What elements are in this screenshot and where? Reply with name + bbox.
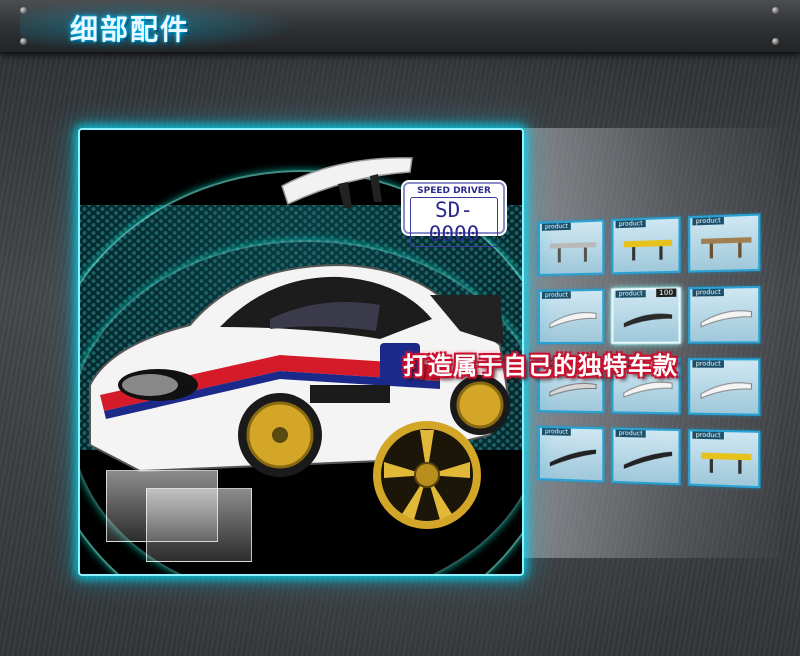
rivet-icon: [772, 7, 779, 14]
lip-dark-icon: [549, 448, 597, 468]
part-cell[interactable]: product: [611, 427, 681, 486]
part-cell[interactable]: product: [611, 216, 681, 275]
part-cell[interactable]: product: [538, 288, 605, 344]
rivet-icon: [772, 38, 779, 45]
gold-rim-icon: [373, 421, 481, 529]
part-cell[interactable]: product: [688, 285, 761, 344]
part-cell[interactable]: product: [538, 426, 605, 483]
preview-card: [146, 488, 252, 562]
part-cell[interactable]: product: [688, 358, 761, 416]
rivet-icon: [20, 38, 27, 45]
spoiler-bronze-icon: [701, 237, 752, 259]
part-cell-selected[interactable]: product 100: [611, 287, 681, 344]
lip-dark-icon: [623, 450, 673, 471]
wing-white-icon: [697, 301, 756, 340]
wing-white-icon: [697, 373, 756, 412]
part-cell[interactable]: product: [538, 219, 605, 276]
price-badge: 100: [655, 288, 677, 298]
page-title: 细部配件: [70, 13, 191, 46]
rivet-icon: [20, 7, 27, 14]
wing-dark-icon: [623, 313, 673, 328]
part-cell[interactable]: product: [688, 429, 761, 489]
wing-white-icon: [546, 303, 600, 340]
spoiler-yellow-icon: [623, 239, 673, 261]
header-bar: 细部配件: [0, 0, 800, 54]
license-plate: SPEED DRIVER SD-0000: [403, 182, 505, 247]
spoiler-gray-icon: [549, 242, 597, 263]
slogan-text: 打造属于自己的独特车款: [403, 352, 678, 380]
part-cell[interactable]: product: [688, 213, 761, 273]
spoiler-yellow-icon: [701, 452, 752, 474]
rear-wing-icon: [281, 157, 413, 208]
